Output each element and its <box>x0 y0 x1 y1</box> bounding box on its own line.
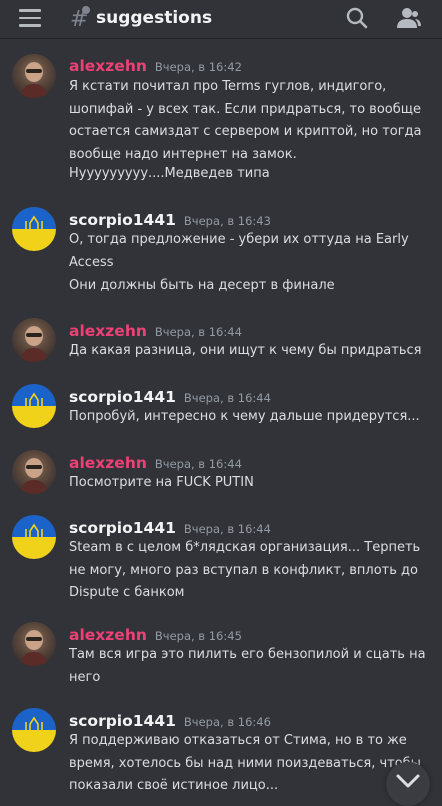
message-text: Нууууууууу....Медведев типа <box>69 166 270 181</box>
avatar[interactable] <box>12 384 56 428</box>
chevron-down-icon <box>396 774 420 788</box>
message-text: О, тогда предложение - убери их оттуда н… <box>69 232 409 270</box>
threads-hash-icon: # <box>70 6 90 30</box>
username[interactable]: alexzehn <box>69 322 147 340</box>
message-text: Да какая разница, они ищут к чему бы при… <box>69 343 422 358</box>
message-text: Посмотрите на FUCK PUTIN <box>69 475 254 490</box>
timestamp: Вчера, в 16:44 <box>183 522 271 536</box>
channel-header: # suggestions <box>0 0 442 39</box>
timestamp: Вчера, в 16:46 <box>183 715 271 729</box>
avatar[interactable] <box>12 207 56 251</box>
username[interactable]: scorpio1441 <box>69 712 176 730</box>
search-icon[interactable] <box>345 6 369 30</box>
username[interactable]: scorpio1441 <box>69 519 176 537</box>
avatar[interactable] <box>12 708 56 752</box>
username[interactable]: scorpio1441 <box>69 211 176 229</box>
members-icon[interactable] <box>396 6 422 30</box>
message-text: Я кстати почитал про Terms гуглов, индиг… <box>69 79 422 162</box>
avatar[interactable] <box>12 54 56 98</box>
channel-name: suggestions <box>96 8 213 28</box>
message-text: Я поддерживаю отказаться от Стима, но в … <box>69 733 421 793</box>
avatar[interactable] <box>12 450 56 494</box>
timestamp: Вчера, в 16:44 <box>183 391 271 405</box>
hamburger-menu-icon[interactable] <box>19 9 41 27</box>
jump-to-present-button[interactable] <box>386 762 430 806</box>
message-text: Попробуй, интересно к чему дальше придер… <box>69 409 420 424</box>
timestamp: Вчера, в 16:45 <box>154 629 242 643</box>
timestamp: Вчера, в 16:44 <box>154 325 242 339</box>
message-text: Steam в с целом б*лядская организация...… <box>69 540 421 600</box>
username[interactable]: alexzehn <box>69 626 147 644</box>
timestamp: Вчера, в 16:44 <box>154 457 242 471</box>
avatar[interactable] <box>12 622 56 666</box>
username[interactable]: alexzehn <box>69 454 147 472</box>
avatar[interactable] <box>12 318 56 362</box>
username[interactable]: alexzehn <box>69 57 147 75</box>
message-text: Там вся игра это пилить его бензопилой и… <box>69 647 426 685</box>
timestamp: Вчера, в 16:43 <box>183 214 271 228</box>
timestamp: Вчера, в 16:42 <box>154 60 242 74</box>
message-text: Они должны быть на десерт в финале <box>69 278 335 293</box>
username[interactable]: scorpio1441 <box>69 388 176 406</box>
avatar[interactable] <box>12 515 56 559</box>
